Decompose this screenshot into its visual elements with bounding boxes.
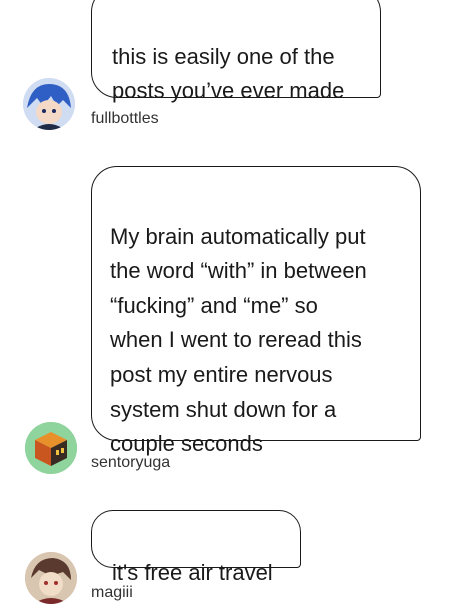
comment-text: My brain automatically put the word “wit… [110, 223, 367, 457]
comment-text: this is easily one of the posts you’ve e… [112, 43, 345, 104]
username[interactable]: sentoryuga [91, 454, 170, 472]
username[interactable]: magiii [91, 584, 133, 602]
comment-bubble: My brain automatically put the word “wit… [91, 166, 421, 456]
comment-bubble: this is easily one of the posts you’ve e… [91, 0, 381, 103]
character-avatar-icon[interactable] [25, 552, 77, 604]
cube-avatar-icon[interactable] [25, 422, 77, 474]
comment-text: it's free air travel [112, 559, 273, 585]
comment-bubble: it's free air travel [91, 510, 301, 585]
anime-character-avatar-icon[interactable] [23, 78, 75, 130]
username[interactable]: fullbottles [91, 110, 159, 128]
